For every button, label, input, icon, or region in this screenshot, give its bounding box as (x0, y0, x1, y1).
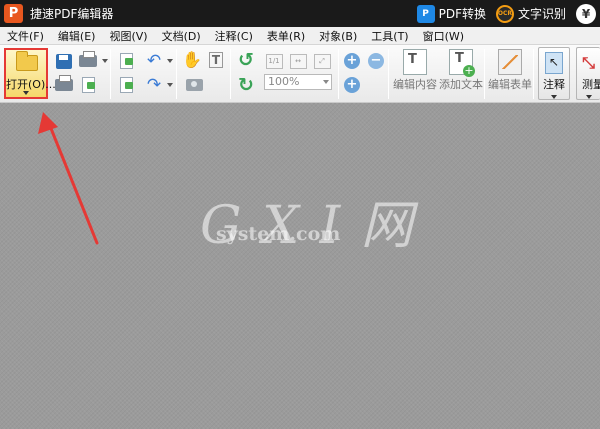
watermark-sub: system.com (216, 223, 341, 245)
print-button[interactable] (54, 75, 74, 95)
edit-content-label: 编辑内容 (393, 78, 437, 91)
menu-document[interactable]: 文档(D) (155, 28, 208, 44)
menu-tools[interactable]: 工具(T) (364, 28, 415, 44)
measure-label: 测量 (582, 78, 600, 91)
watermark-logo: G X I 网 (200, 196, 415, 256)
zoom-in-icon: + (344, 53, 360, 69)
next-page-button[interactable] (116, 75, 136, 95)
document-area[interactable]: G X I 网 system.com (0, 103, 600, 429)
rotate-right-icon: ↻ (238, 73, 254, 96)
redo-dropdown-icon[interactable] (167, 83, 173, 87)
measure-button[interactable]: ⤡ 测量 (576, 47, 600, 100)
snapshot-button[interactable] (184, 75, 204, 95)
toolbar-separator (388, 49, 389, 99)
fit-page-button[interactable]: ⤢ (312, 51, 332, 71)
open-label: 打开(O)... (6, 78, 56, 91)
annotate-dropdown-icon (551, 95, 557, 99)
rotate-left-icon: ↺ (238, 48, 254, 71)
select-text-button[interactable]: T (206, 50, 226, 70)
add-text-label: 添加文本 (439, 78, 483, 91)
toolbar-separator (484, 49, 485, 99)
hand-tool-button[interactable]: ✋ (182, 50, 202, 70)
hand-icon: ✋ (182, 50, 202, 69)
folder-icon (16, 51, 38, 71)
zoom-select[interactable]: 100% (264, 74, 332, 90)
page-indicator-icon: 1/1 (265, 53, 283, 69)
main-toolbar: 打开(O)... ↶ ↷ ✋ T ↺ ↻ 1/1 ↔ ⤢ 100% + − + … (0, 45, 600, 103)
scan-button[interactable] (78, 51, 98, 71)
scan-dropdown-icon[interactable] (102, 59, 108, 63)
ocr-label: 文字识别 (517, 7, 566, 21)
email-icon (81, 77, 95, 93)
save-icon (56, 53, 72, 69)
fit-width-icon: ↔ (289, 53, 307, 69)
zoom-in-button[interactable]: + (342, 75, 362, 95)
zoom-value: 100% (268, 75, 300, 88)
toolbar-separator (533, 49, 534, 99)
email-button[interactable] (78, 75, 98, 95)
prev-page-button[interactable] (116, 51, 136, 71)
page-prev-icon (119, 53, 133, 69)
app-title: 捷速PDF编辑器 (30, 7, 114, 21)
open-dropdown-icon (23, 91, 29, 95)
open-button[interactable]: 打开(O)... (4, 48, 56, 99)
rotate-left-button[interactable]: ↺ (236, 50, 256, 70)
zoom-plus-icon: + (344, 77, 360, 93)
save-button[interactable] (54, 51, 74, 71)
undo-button[interactable]: ↶ (144, 51, 164, 71)
add-text-icon (449, 49, 475, 77)
pdf-convert-label: PDF转换 (438, 7, 486, 21)
zoom-in-marquee-button[interactable]: + (342, 51, 362, 71)
annotate-icon (545, 52, 563, 74)
pdf-convert-icon: P (416, 4, 435, 23)
zoom-out-icon: − (368, 53, 384, 69)
redo-button[interactable]: ↷ (144, 75, 164, 95)
menu-view[interactable]: 视图(V) (102, 28, 154, 44)
page-next-icon (119, 77, 133, 93)
title-bar: P 捷速PDF编辑器 P PDF转换 OCR 文字识别 ¥ (0, 0, 600, 27)
measure-dropdown-icon (585, 95, 592, 99)
ocr-button[interactable]: OCR 文字识别 (495, 4, 566, 23)
menu-edit[interactable]: 编辑(E) (51, 28, 103, 44)
edit-form-label: 编辑表单 (488, 78, 532, 91)
measure-icon: ⤡ (582, 53, 595, 72)
rotate-right-button[interactable]: ↻ (236, 75, 256, 95)
menu-bar: 文件(F) 编辑(E) 视图(V) 文档(D) 注释(C) 表单(R) 对象(B… (0, 27, 600, 45)
menu-window[interactable]: 窗口(W) (416, 28, 471, 44)
toolbar-separator (338, 49, 339, 99)
toolbar-separator (230, 49, 231, 99)
annotate-button[interactable]: 注释 (538, 47, 570, 100)
toolbar-separator (176, 49, 177, 99)
undo-icon: ↶ (146, 50, 162, 71)
menu-object[interactable]: 对象(B) (312, 28, 364, 44)
edit-content-button[interactable]: 编辑内容 (393, 49, 437, 92)
pdf-convert-button[interactable]: P PDF转换 (416, 4, 486, 23)
edit-form-button[interactable]: 编辑表单 (488, 49, 532, 92)
camera-icon (185, 79, 203, 91)
price-yen-icon[interactable]: ¥ (576, 3, 596, 24)
toolbar-separator (110, 49, 111, 99)
add-text-button[interactable]: 添加文本 (439, 49, 483, 92)
zoom-out-button[interactable]: − (366, 51, 386, 71)
annotate-label: 注释 (543, 78, 565, 91)
text-select-icon: T (208, 52, 224, 68)
ocr-icon: OCR (495, 4, 514, 23)
menu-comment[interactable]: 注释(C) (208, 28, 260, 44)
printer-icon (55, 75, 73, 91)
edit-form-icon (498, 49, 522, 75)
edit-content-icon (403, 49, 427, 75)
fit-page-icon: ⤢ (313, 53, 331, 69)
menu-file[interactable]: 文件(F) (0, 28, 51, 44)
menu-form[interactable]: 表单(R) (260, 28, 312, 44)
redo-icon: ↷ (146, 74, 162, 95)
fit-width-button[interactable]: ↔ (288, 51, 308, 71)
zoom-dropdown-icon (323, 80, 329, 84)
app-logo-icon: P (4, 4, 23, 23)
single-page-button[interactable]: 1/1 (264, 51, 284, 71)
scanner-icon (79, 51, 97, 67)
undo-dropdown-icon[interactable] (167, 59, 173, 63)
